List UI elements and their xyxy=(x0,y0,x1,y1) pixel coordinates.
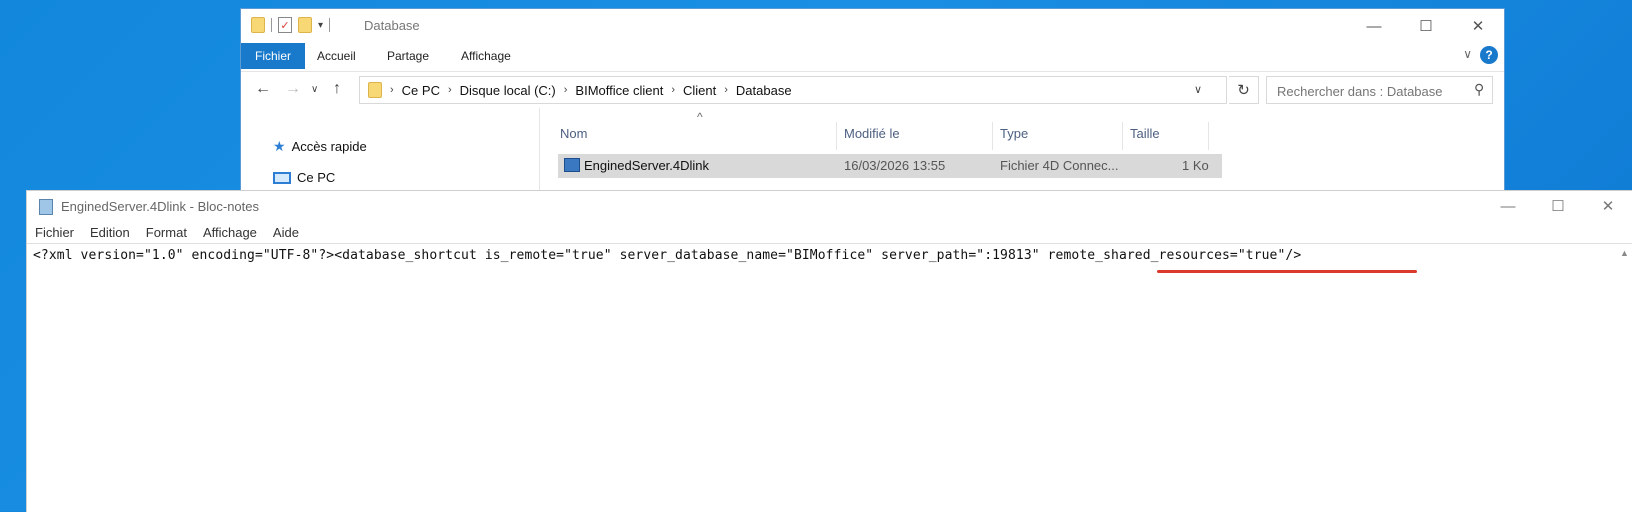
explorer-titlebar: ✓ ▾ Database — ☐ ✕ xyxy=(241,9,1504,43)
notepad-titlebar: EnginedServer.4Dlink - Bloc-notes — ☐ ✕ xyxy=(27,191,1632,221)
breadcrumb-separator-icon[interactable]: › xyxy=(448,84,452,96)
breadcrumb-client[interactable]: Client xyxy=(683,83,716,98)
sort-ascending-icon: ^ xyxy=(697,110,703,124)
maximize-icon[interactable]: ☐ xyxy=(1400,9,1452,43)
menu-format[interactable]: Format xyxy=(138,221,195,243)
red-underline-annotation xyxy=(1157,270,1417,273)
column-header-type[interactable]: Type xyxy=(1000,126,1028,141)
arrow-right-icon[interactable]: → xyxy=(285,80,301,98)
explorer-window-controls: — ☐ ✕ xyxy=(1348,9,1504,43)
toolbar-divider xyxy=(271,18,272,32)
recent-locations-chevron-icon[interactable]: ∨ xyxy=(311,84,318,95)
file-type: Fichier 4D Connec... xyxy=(1000,158,1119,173)
customize-toolbar-chevron-icon[interactable]: ▾ xyxy=(318,20,323,31)
quick-access-toolbar: ✓ ▾ xyxy=(251,17,331,33)
expand-ribbon-chevron-icon[interactable]: ∨ xyxy=(1463,47,1472,61)
close-icon[interactable]: ✕ xyxy=(1583,191,1632,221)
notepad-window-controls: — ☐ ✕ xyxy=(1483,191,1632,221)
search-icon[interactable]: ⚲ xyxy=(1474,81,1484,98)
star-icon: ★ xyxy=(273,138,286,154)
breadcrumb-bimoffice-client[interactable]: BIMoffice client xyxy=(575,83,663,98)
search-input[interactable] xyxy=(1275,78,1459,104)
notepad-menubar: Fichier Edition Format Affichage Aide xyxy=(27,221,307,243)
close-icon[interactable]: ✕ xyxy=(1452,9,1504,43)
breadcrumb-ce-pc[interactable]: Ce PC xyxy=(402,83,440,98)
nav-item-label: Ce PC xyxy=(297,170,336,185)
minimize-icon[interactable]: — xyxy=(1348,9,1400,43)
breadcrumb-separator-icon[interactable]: › xyxy=(724,84,728,96)
explorer-window: ✓ ▾ Database — ☐ ✕ Fichier Accueil Parta… xyxy=(240,8,1505,208)
menu-edition[interactable]: Edition xyxy=(82,221,138,243)
refresh-icon[interactable]: ↻ xyxy=(1229,76,1259,104)
maximize-icon[interactable]: ☐ xyxy=(1533,191,1583,221)
nav-item-acces-rapide[interactable]: ★ Accès rapide xyxy=(273,138,367,155)
scroll-up-icon[interactable]: ▲ xyxy=(1620,248,1629,258)
file-size: 1 Ko xyxy=(1182,158,1209,173)
breadcrumb-separator-icon: › xyxy=(390,84,394,96)
notepad-icon xyxy=(39,199,53,215)
folder-icon xyxy=(368,82,382,98)
vertical-scrollbar[interactable]: ▲ xyxy=(1616,244,1632,512)
column-divider[interactable] xyxy=(1208,122,1209,150)
nav-item-label: Accès rapide xyxy=(291,139,367,154)
column-divider[interactable] xyxy=(992,122,993,150)
notepad-content[interactable]: <?xml version="1.0" encoding="UTF-8"?><d… xyxy=(33,248,1301,263)
new-folder-icon[interactable] xyxy=(298,17,312,33)
toolbar-divider xyxy=(329,18,331,32)
folder-icon[interactable] xyxy=(251,17,265,33)
tab-accueil[interactable]: Accueil xyxy=(317,43,356,69)
arrow-left-icon[interactable]: ← xyxy=(255,80,271,98)
column-header-nom[interactable]: Nom xyxy=(560,126,587,141)
address-bar[interactable]: › Ce PC › Disque local (C:) › BIMoffice … xyxy=(359,76,1227,104)
breadcrumb-separator-icon[interactable]: › xyxy=(671,84,675,96)
notepad-window: EnginedServer.4Dlink - Bloc-notes — ☐ ✕ … xyxy=(26,190,1632,512)
column-divider[interactable] xyxy=(1122,122,1123,150)
menu-fichier[interactable]: Fichier xyxy=(27,221,82,243)
search-box[interactable]: ⚲ xyxy=(1266,76,1493,104)
nav-item-ce-pc[interactable]: Ce PC xyxy=(273,170,335,185)
minimize-icon[interactable]: — xyxy=(1483,191,1533,221)
column-header-taille[interactable]: Taille xyxy=(1130,126,1160,141)
help-icon[interactable]: ? xyxy=(1480,46,1498,64)
file-row[interactable]: EnginedServer.4Dlink 16/03/2026 13:55 Fi… xyxy=(558,154,1222,178)
arrow-up-icon[interactable]: ↑ xyxy=(333,80,341,98)
notepad-title: EnginedServer.4Dlink - Bloc-notes xyxy=(61,199,259,214)
breadcrumb-disque-local[interactable]: Disque local (C:) xyxy=(460,83,556,98)
ribbon-tabs: Fichier Accueil Partage Affichage ∨ ? xyxy=(241,43,1504,69)
tab-partage[interactable]: Partage xyxy=(387,43,429,69)
column-divider[interactable] xyxy=(836,122,837,150)
column-header-modifie[interactable]: Modifié le xyxy=(844,126,900,141)
address-dropdown-chevron-icon[interactable]: ∨ xyxy=(1194,83,1202,96)
pc-icon xyxy=(273,171,291,184)
file-name-cell: EnginedServer.4Dlink xyxy=(564,158,709,173)
breadcrumb-separator-icon[interactable]: › xyxy=(564,84,568,96)
file-modified: 16/03/2026 13:55 xyxy=(844,158,946,173)
link-file-icon xyxy=(564,158,580,172)
breadcrumb-database[interactable]: Database xyxy=(736,83,792,98)
menu-aide[interactable]: Aide xyxy=(265,221,307,243)
tab-fichier[interactable]: Fichier xyxy=(241,43,305,69)
checklist-icon[interactable]: ✓ xyxy=(278,17,292,33)
notepad-text-area[interactable]: <?xml version="1.0" encoding="UTF-8"?><d… xyxy=(27,243,1632,512)
file-name: EnginedServer.4Dlink xyxy=(584,158,710,173)
explorer-title: Database xyxy=(364,18,420,33)
menu-affichage[interactable]: Affichage xyxy=(195,221,265,243)
tab-affichage[interactable]: Affichage xyxy=(461,43,511,69)
address-row: ← → ∨ ↑ › Ce PC › Disque local (C:) › BI… xyxy=(241,71,1504,108)
